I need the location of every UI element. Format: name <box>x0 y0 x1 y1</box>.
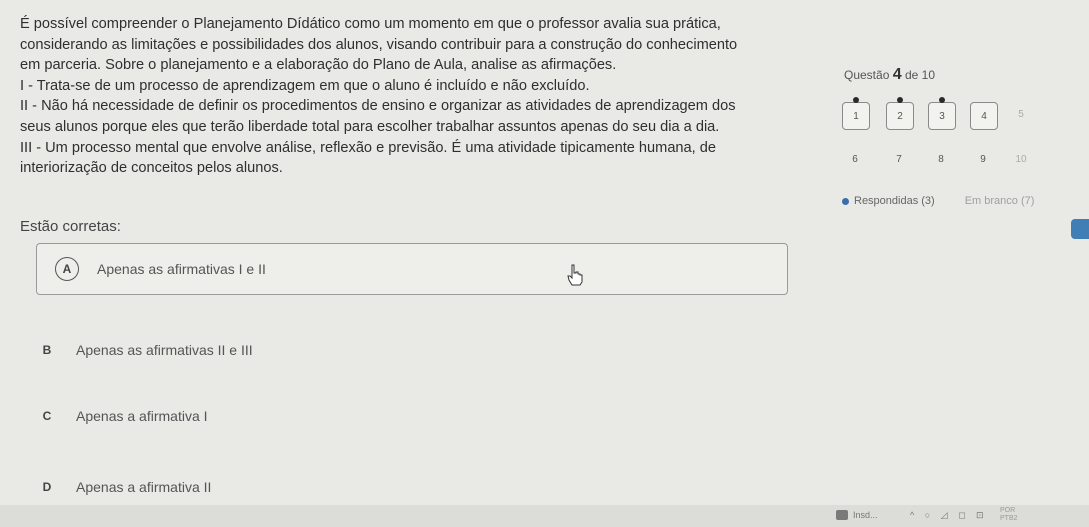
answered-dot-icon <box>939 97 945 103</box>
option-c[interactable]: C Apenas a afirmativa I <box>36 405 208 427</box>
option-text: Apenas a afirmativa II <box>76 479 212 495</box>
option-text: Apenas as afirmativas I e II <box>97 261 266 277</box>
question-number: 4 <box>981 110 987 122</box>
question-navigator: Questão 4 de 10 1 2 3 4 5 6 7 8 9 10 <box>842 66 1052 165</box>
question-line: É possível compreender o Planejamento Dí… <box>20 16 721 32</box>
app-icon <box>836 510 848 520</box>
answered-dot-icon <box>897 97 903 103</box>
option-text: Apenas a afirmativa I <box>76 408 208 424</box>
lang-line1: POR <box>1000 507 1016 514</box>
statement-iii-cont: interiorização de conceitos pelos alunos… <box>20 160 283 177</box>
hand-cursor-icon <box>567 264 583 286</box>
question-button-5[interactable]: 5 <box>1008 109 1034 120</box>
question-line: considerando as limitações e possibilida… <box>20 36 738 53</box>
question-text: É possível compreender o Planejamento Dí… <box>20 14 810 179</box>
counter-prefix: Questão <box>844 68 890 82</box>
side-panel-button[interactable] <box>1071 219 1089 239</box>
system-tray[interactable]: ^ ○ ◿ ◻ ⊡ <box>910 510 988 521</box>
answer-legend: Respondidas (3) Em branco (7) <box>842 195 1034 207</box>
statement-iii: III - Um processo mental que envolve aná… <box>20 139 717 156</box>
option-a[interactable]: A Apenas as afirmativas I e II <box>36 243 788 295</box>
question-button-8[interactable]: 8 <box>928 154 954 165</box>
question-button-4[interactable]: 4 <box>970 102 998 130</box>
taskbar: Insd... ^ ○ ◿ ◻ ⊡ POR PTB2 <box>0 505 1089 527</box>
answered-legend-dot-icon <box>842 197 849 205</box>
question-button-3[interactable]: 3 <box>928 97 956 130</box>
option-letter: B <box>42 343 52 357</box>
question-number: 3 <box>939 110 945 122</box>
question-counter: Questão 4 de 10 <box>844 66 1052 84</box>
prompt: Estão corretas: <box>20 218 121 235</box>
option-text: Apenas as afirmativas II e III <box>76 342 253 358</box>
lang-line2: PTB2 <box>1000 515 1018 522</box>
question-button-1[interactable]: 1 <box>842 97 870 130</box>
option-d[interactable]: D Apenas a afirmativa II <box>36 476 212 498</box>
taskbar-app[interactable]: Insd... <box>836 510 878 520</box>
counter-suffix: de 10 <box>904 68 935 82</box>
taskbar-app-label: Insd... <box>853 510 878 520</box>
statement-ii-cont: seus alunos porque eles que terão liberd… <box>20 118 720 135</box>
option-b[interactable]: B Apenas as afirmativas II e III <box>36 339 253 361</box>
question-button-7[interactable]: 7 <box>886 154 912 165</box>
current-question-number: 4 <box>892 66 902 83</box>
question-number: 2 <box>897 110 903 122</box>
answered-dot-icon <box>853 97 859 103</box>
legend-blank: Em branco (7) <box>964 195 1035 207</box>
question-button-9[interactable]: 9 <box>970 154 996 165</box>
statement-i: I - Trata-se de um processo de aprendiza… <box>20 77 590 94</box>
legend-answered: Respondidas (3) <box>854 195 935 207</box>
question-button-10[interactable]: 10 <box>1008 154 1034 165</box>
question-button-6[interactable]: 6 <box>842 154 868 165</box>
option-letter: A <box>55 257 79 281</box>
option-letter: C <box>42 409 52 423</box>
option-letter: D <box>42 480 52 494</box>
question-line: em parceria. Sobre o planejamento e a el… <box>20 57 617 74</box>
statement-ii: II - Não há necessidade de definir os pr… <box>20 98 736 115</box>
language-indicator[interactable]: POR PTB2 <box>1000 507 1018 523</box>
question-button-2[interactable]: 2 <box>886 97 914 130</box>
question-number: 1 <box>853 110 859 122</box>
